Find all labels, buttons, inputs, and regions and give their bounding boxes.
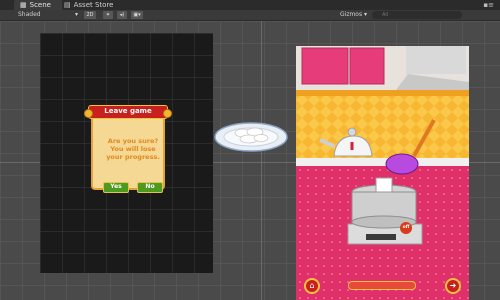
dialog-panel: Are you sure? You will lose your progres…	[91, 113, 165, 193]
grid-axis-vertical	[261, 21, 262, 300]
tab-scene-label: Scene	[29, 1, 51, 9]
dialog-title: Leave game	[84, 105, 172, 119]
gizmos-dropdown[interactable]: Gizmos ▾	[340, 10, 370, 20]
scene-toolbar: Shaded ▾ 2D ✶ ◂) ▣▾ Gizmos ▾ ⌕	[0, 10, 500, 21]
audio-toggle-icon[interactable]: ◂)	[117, 11, 127, 19]
chevron-down-icon: ▾	[364, 11, 368, 18]
gizmos-label: Gizmos	[340, 11, 363, 18]
kitchen-scene-art	[296, 46, 469, 300]
chevron-down-icon: ▾	[74, 11, 78, 18]
stove-off-button[interactable]: off	[400, 222, 412, 234]
lighting-toggle-icon[interactable]: ✶	[103, 11, 113, 19]
game-screen-kitchen[interactable]: off ⌂ ➜	[296, 46, 469, 300]
cooking-progress-bar	[348, 281, 416, 290]
ornament-icon	[84, 109, 93, 118]
next-arrow-icon[interactable]: ➜	[445, 278, 461, 294]
toggle-2d-button[interactable]: 2D	[84, 11, 96, 19]
yes-button[interactable]: Yes	[103, 182, 129, 193]
store-icon: ▤	[64, 1, 71, 9]
scene-icon: ▦	[20, 1, 27, 9]
scene-viewport[interactable]: Are you sure? You will lose your progres…	[0, 21, 500, 300]
editor-tab-bar: ▦ Scene ▤ Asset Store ▪≡	[0, 0, 500, 10]
no-button[interactable]: No	[137, 182, 163, 193]
leave-game-dialog: Are you sure? You will lose your progres…	[84, 105, 172, 193]
dialog-message-line: You will lose	[110, 145, 156, 153]
render-mode-dropdown[interactable]: Shaded ▾	[18, 10, 78, 20]
hierarchy-search-input[interactable]	[372, 11, 462, 19]
home-icon[interactable]: ⌂	[304, 278, 320, 294]
ornament-icon	[163, 109, 172, 118]
dialog-message-line: Are you sure?	[107, 137, 159, 145]
dialog-message: Are you sure? You will lose your progres…	[97, 137, 169, 161]
tab-asset-store-label: Asset Store	[73, 1, 114, 9]
game-screen-leave-dialog[interactable]: Are you sure? You will lose your progres…	[40, 33, 213, 273]
dumpling-plate-sprite[interactable]	[213, 117, 289, 153]
render-mode-label: Shaded	[18, 11, 41, 18]
dialog-title-text: Leave game	[104, 107, 152, 115]
dialog-message-line: your progress.	[106, 153, 160, 161]
tab-asset-store[interactable]: ▤ Asset Store	[58, 0, 130, 10]
tab-scene[interactable]: ▦ Scene	[14, 0, 62, 10]
window-menu-icon[interactable]: ▪≡	[483, 0, 494, 10]
effects-toggle-icon[interactable]: ▣▾	[131, 11, 143, 19]
